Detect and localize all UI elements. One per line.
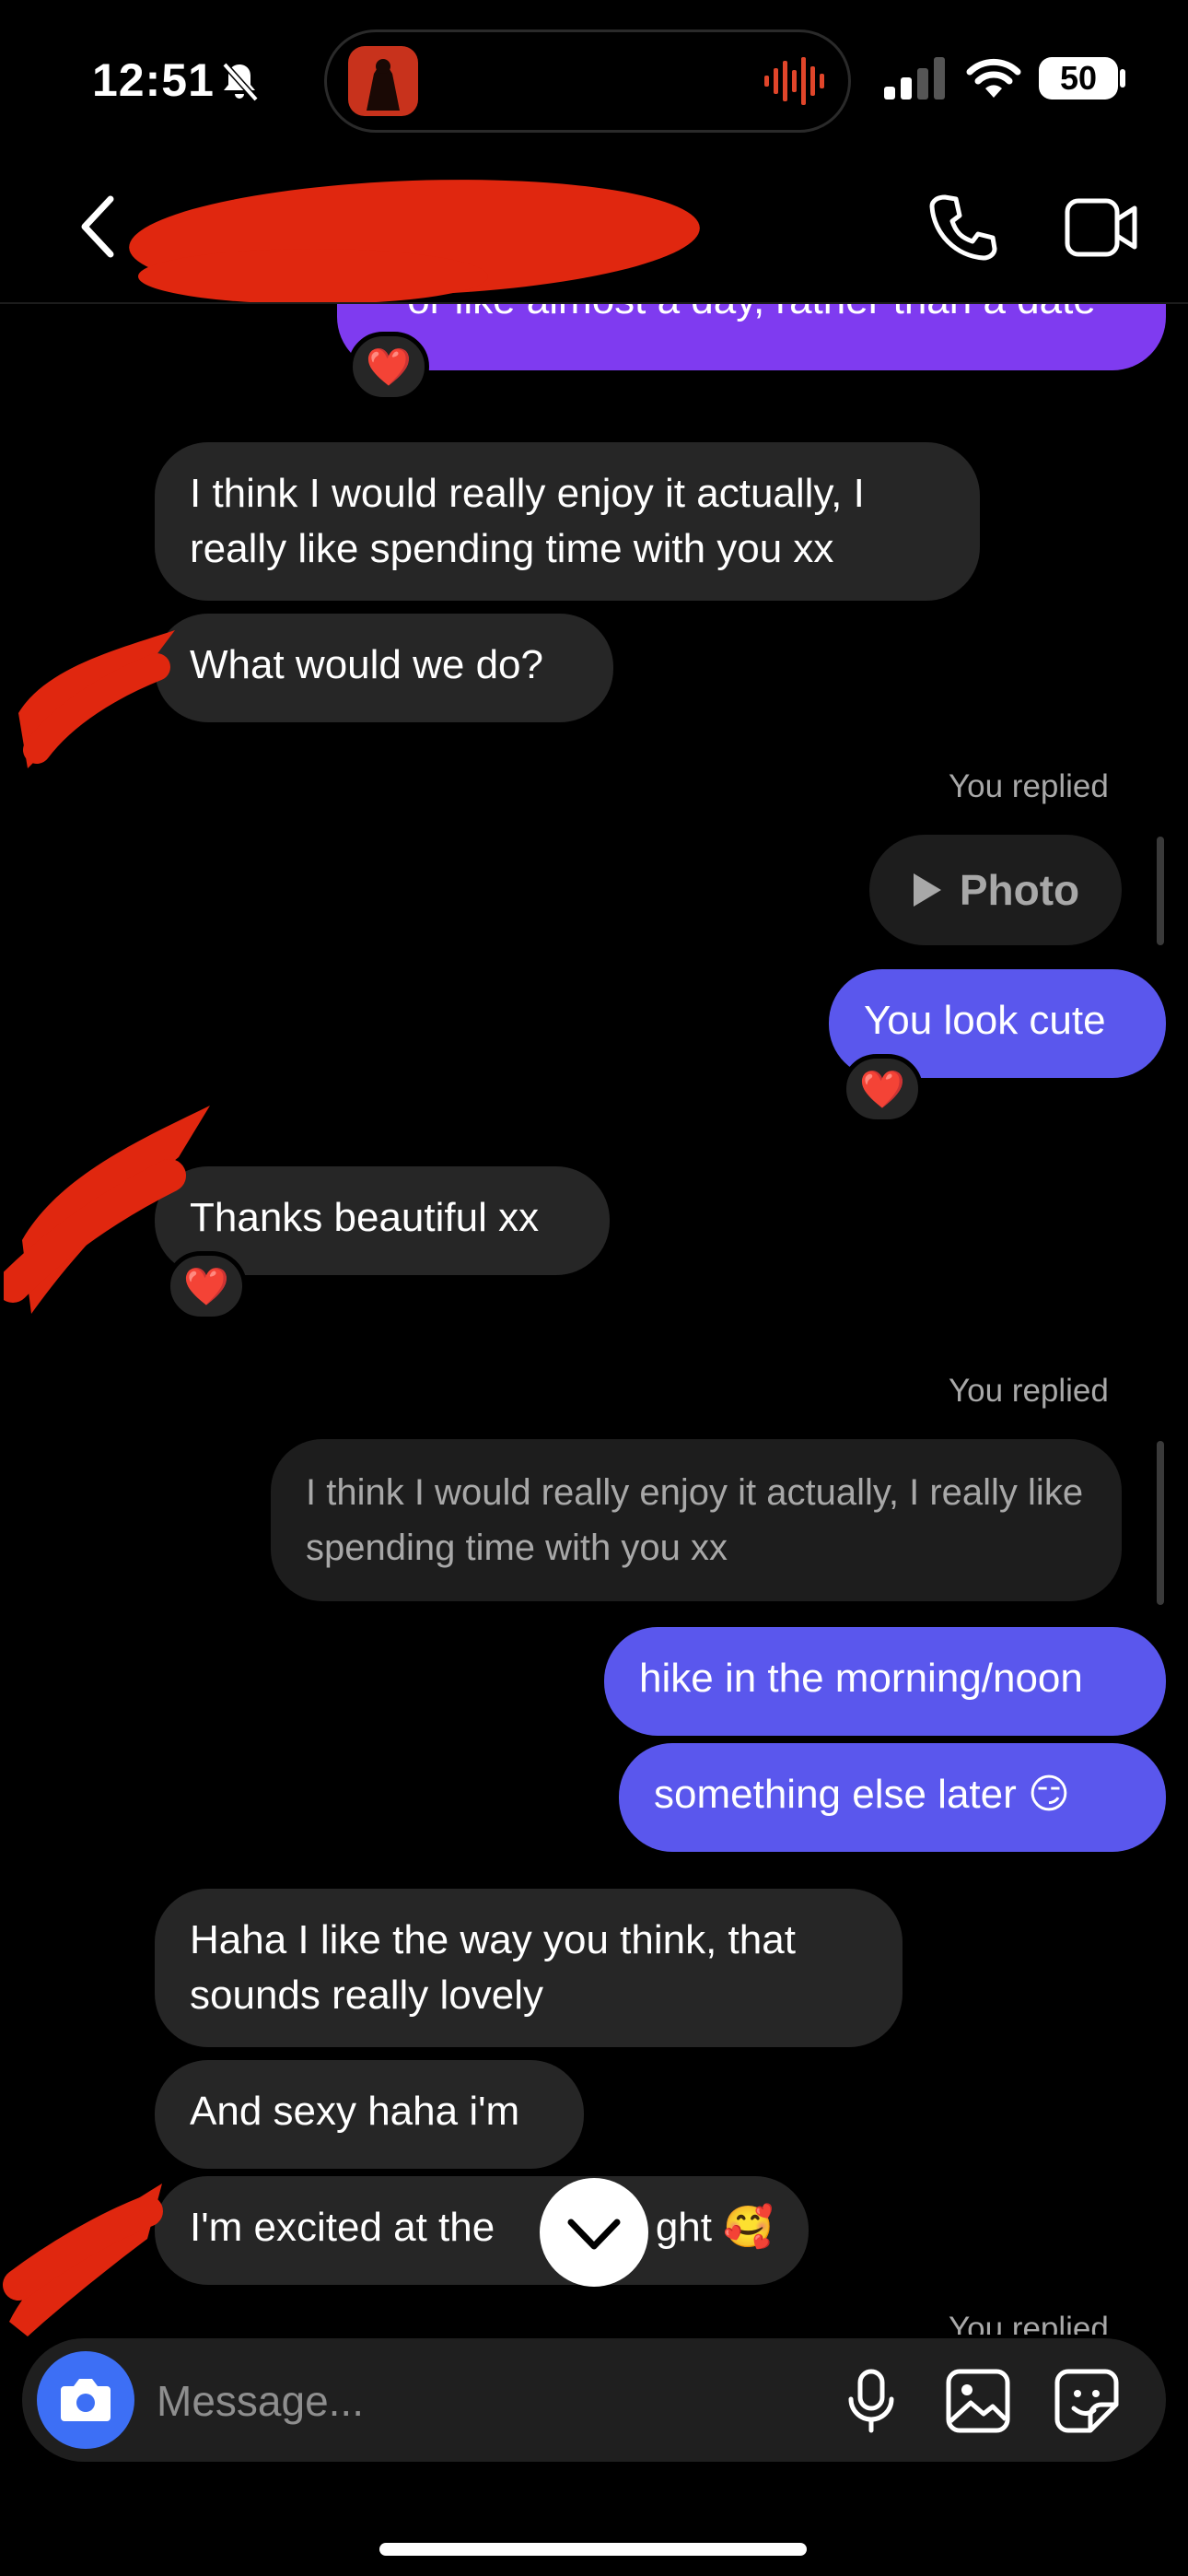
photo-label: Photo — [959, 866, 1080, 914]
chevron-down-icon — [567, 2219, 621, 2250]
sticker-icon[interactable] — [1054, 2368, 1120, 2434]
replied-label: You replied — [949, 1373, 1109, 1409]
home-indicator — [379, 2543, 807, 2556]
scroll-to-bottom-button[interactable] — [540, 2178, 648, 2287]
phone-icon[interactable] — [928, 192, 998, 262]
signal-icon — [884, 57, 945, 100]
message-incoming[interactable]: What would we do? — [155, 614, 613, 722]
redacted-avatar — [18, 630, 175, 768]
camera-icon — [61, 2379, 111, 2421]
play-icon — [913, 873, 941, 907]
gallery-icon[interactable] — [945, 2368, 1011, 2434]
message-text-part: I'm excited at the — [190, 2205, 495, 2250]
wifi-icon — [966, 58, 1021, 98]
audio-waveform-icon — [764, 57, 824, 105]
mic-icon[interactable] — [845, 2368, 897, 2434]
quoted-message[interactable]: I think I would really enjoy it actually… — [271, 1439, 1122, 1601]
replied-photo[interactable]: Photo — [869, 835, 1122, 945]
video-icon[interactable] — [1065, 195, 1138, 260]
message-incoming[interactable]: And sexy haha i'm — [155, 2060, 584, 2169]
redacted-avatar — [4, 1106, 210, 1314]
battery-icon: 50 — [1039, 57, 1118, 100]
back-icon[interactable] — [77, 193, 118, 260]
camera-button[interactable] — [37, 2351, 134, 2449]
top-message-clip: or like almost a day, rather than a date — [0, 304, 1188, 378]
now-playing-artwork — [348, 46, 418, 116]
message-incoming[interactable]: Haha I like the way you think, that soun… — [155, 1889, 903, 2047]
heart-reaction[interactable]: ❤️ — [348, 332, 429, 402]
status-time: 12:51 — [92, 54, 215, 106]
replied-label: You replied — [949, 2311, 1109, 2335]
heart-reaction[interactable]: ❤️ — [842, 1054, 923, 1124]
message-outgoing[interactable]: something else later 😏 — [619, 1743, 1166, 1852]
message-outgoing[interactable]: or like almost a day, rather than a date — [337, 304, 1166, 370]
message-incoming[interactable]: I'm excited at the ght 🥰 — [155, 2176, 809, 2285]
message-input[interactable] — [155, 2368, 803, 2434]
reply-indicator — [1157, 837, 1164, 945]
battery-tip — [1120, 69, 1125, 88]
bottom-partial-clip: You replied — [0, 2307, 1188, 2335]
message-outgoing[interactable]: hike in the morning/noon — [604, 1627, 1166, 1736]
message-text-part: ght 🥰 — [655, 2205, 774, 2250]
bell-slash-icon — [222, 62, 259, 102]
message-incoming[interactable]: I think I would really enjoy it actually… — [155, 442, 980, 601]
replied-label: You replied — [949, 768, 1109, 804]
redaction-mark — [138, 249, 488, 304]
reply-indicator — [1157, 1441, 1164, 1605]
